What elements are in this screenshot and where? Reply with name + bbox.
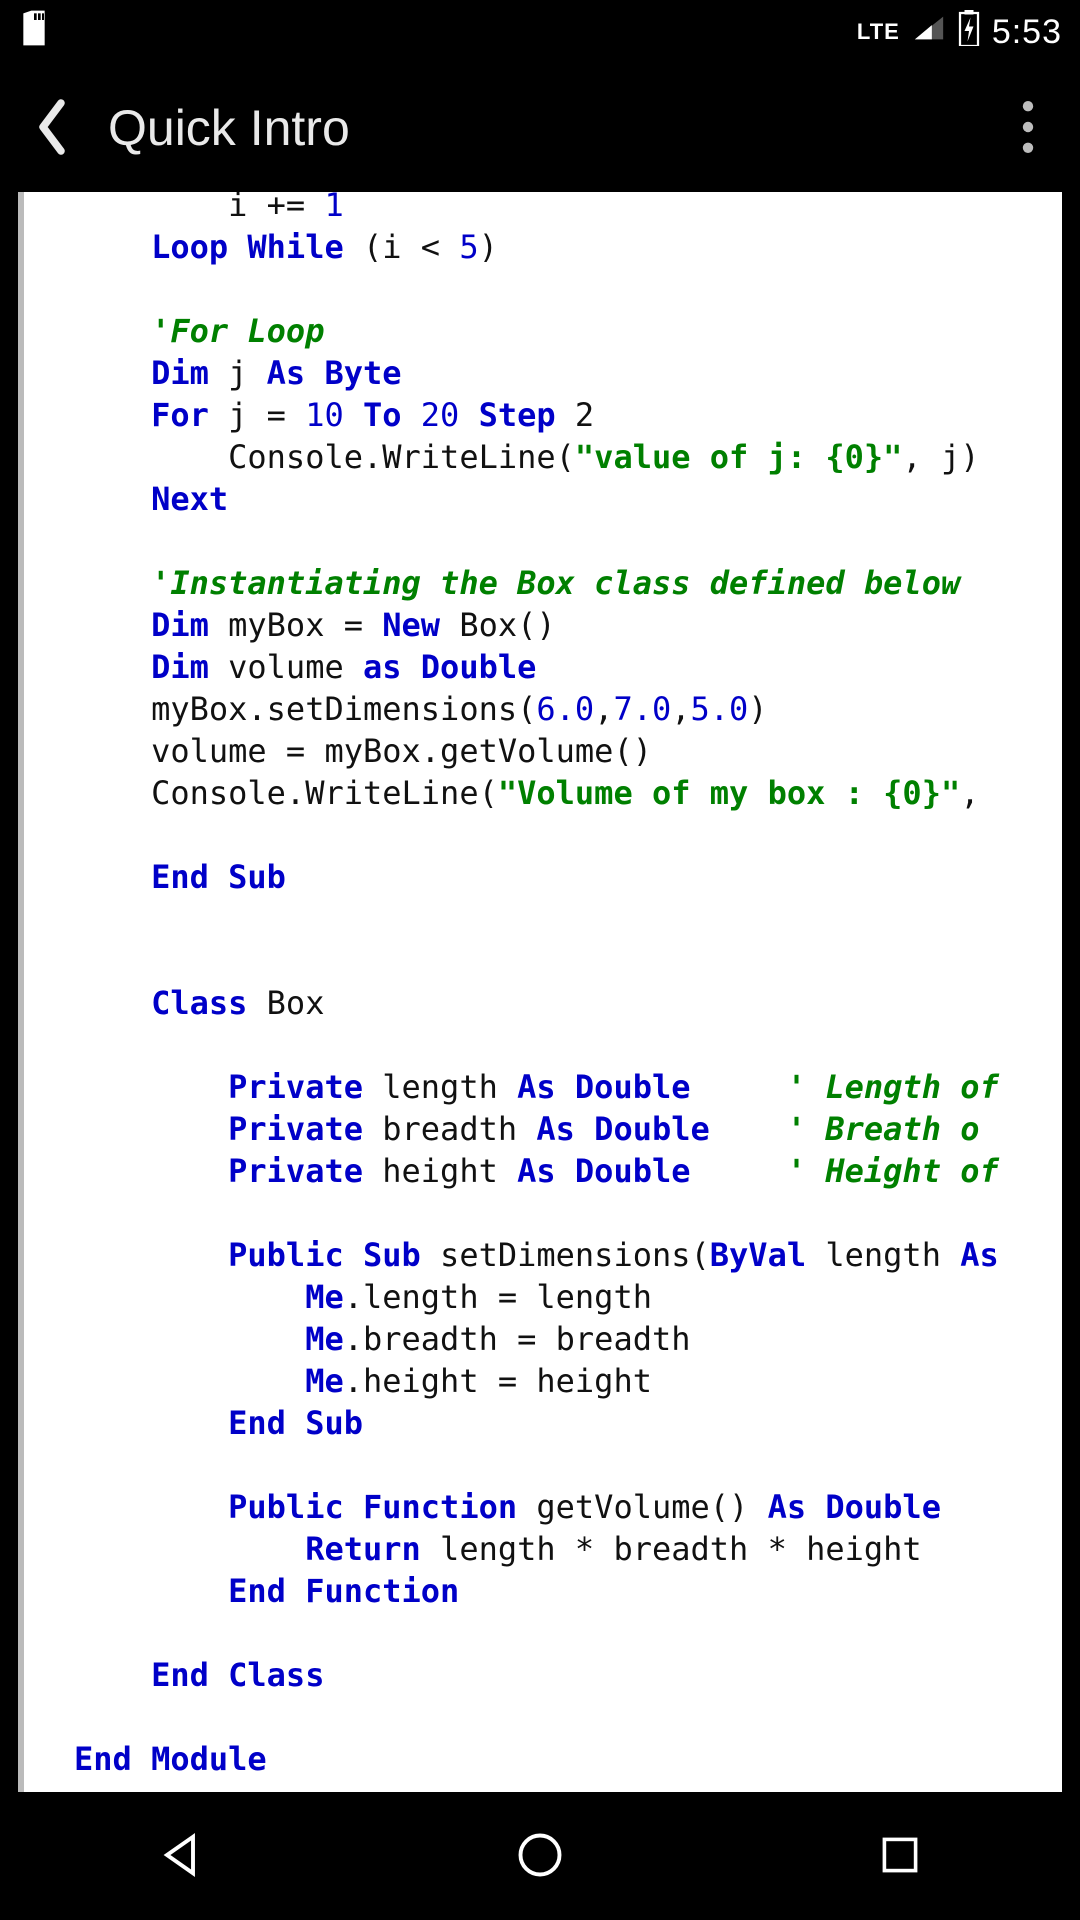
nav-recent-button[interactable] bbox=[852, 1808, 948, 1904]
sd-card-icon bbox=[18, 8, 50, 56]
clock: 5:53 bbox=[992, 13, 1062, 52]
square-recent-icon bbox=[876, 1831, 924, 1882]
app-bar: Quick Intro bbox=[0, 64, 1080, 192]
nav-home-button[interactable] bbox=[492, 1808, 588, 1904]
nav-back-button[interactable] bbox=[132, 1808, 228, 1904]
lte-icon: LTE bbox=[857, 19, 900, 45]
code-viewer[interactable]: i += 1 Loop While (i < 5) 'For Loop Dim … bbox=[18, 192, 1062, 1792]
status-bar: LTE 5:53 bbox=[0, 0, 1080, 64]
circle-home-icon bbox=[514, 1829, 566, 1884]
system-nav-bar bbox=[0, 1792, 1080, 1920]
battery-charging-icon bbox=[958, 10, 980, 54]
status-right: LTE 5:53 bbox=[857, 10, 1062, 54]
more-vert-icon bbox=[1022, 101, 1034, 156]
code-block: i += 1 Loop While (i < 5) 'For Loop Dim … bbox=[74, 192, 1062, 1780]
back-button[interactable] bbox=[24, 100, 80, 156]
signal-icon bbox=[912, 13, 946, 51]
triangle-back-icon bbox=[154, 1829, 206, 1884]
status-left bbox=[18, 8, 50, 56]
chevron-left-icon bbox=[30, 97, 74, 160]
overflow-menu-button[interactable] bbox=[1000, 100, 1056, 156]
page-title: Quick Intro bbox=[108, 99, 1000, 157]
content-area: i += 1 Loop While (i < 5) 'For Loop Dim … bbox=[0, 192, 1080, 1792]
